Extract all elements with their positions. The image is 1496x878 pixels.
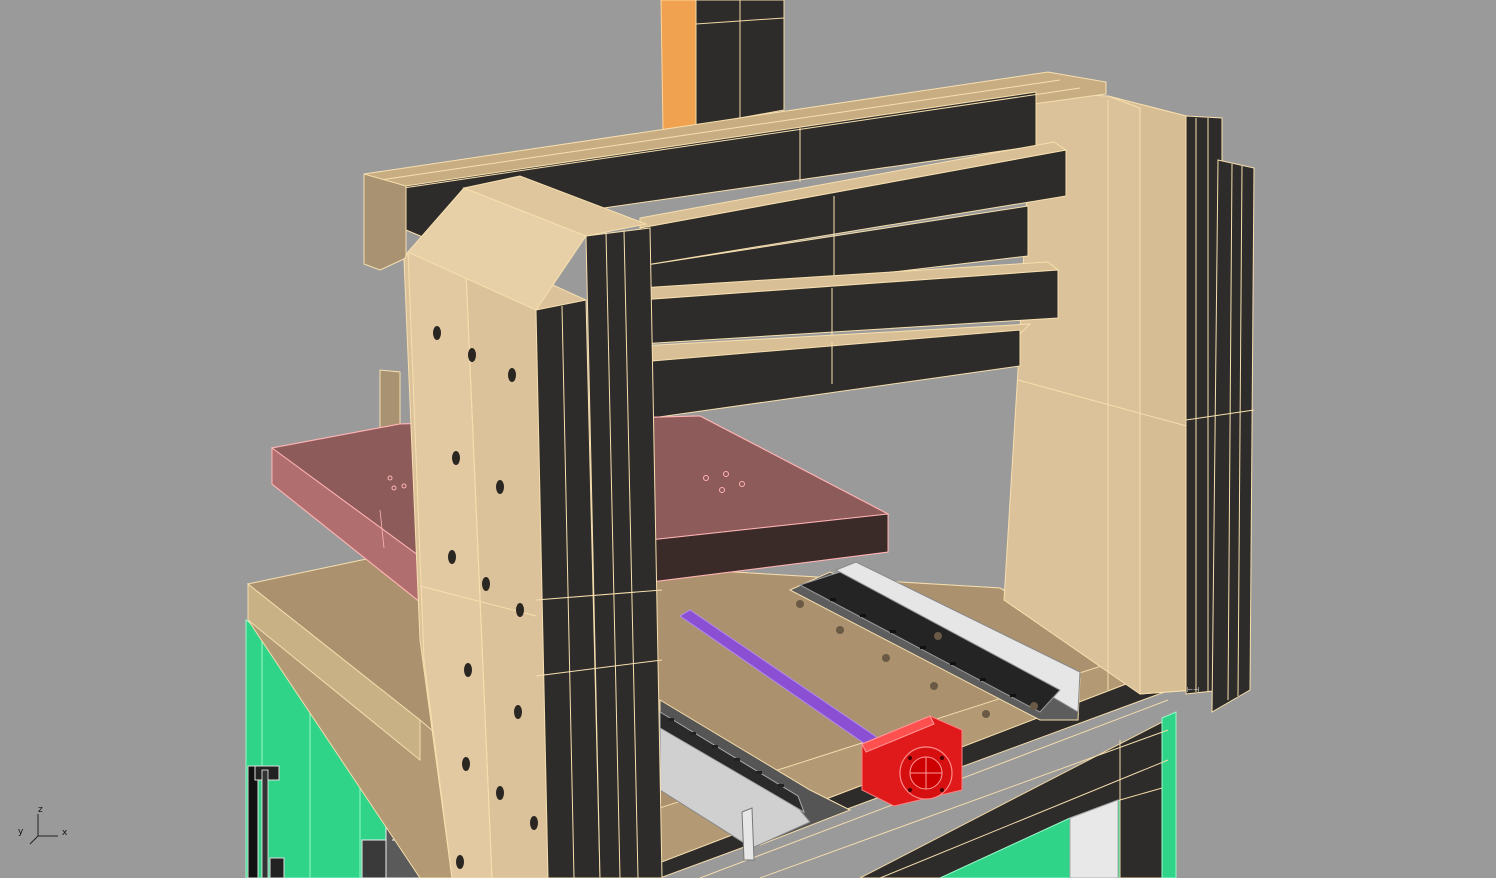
dimension-marker: ⊢⊣	[1187, 686, 1199, 694]
gantry-left-upright[interactable]	[403, 175, 663, 878]
axis-label-y: y	[18, 827, 24, 837]
axis-gizmo-icon	[29, 814, 58, 845]
axis-orientation-widget: z y x	[14, 804, 84, 854]
axis-label-z: z	[38, 805, 43, 815]
rhino-3d-viewport[interactable]: ⊢⊣ z y x	[0, 0, 1496, 878]
cnc-gantry-model[interactable]: ⊢⊣	[0, 0, 1496, 878]
z-axis-column[interactable]	[660, 0, 785, 131]
axis-label-x: x	[62, 828, 68, 838]
svg-text:⊢⊣: ⊢⊣	[1187, 686, 1199, 694]
